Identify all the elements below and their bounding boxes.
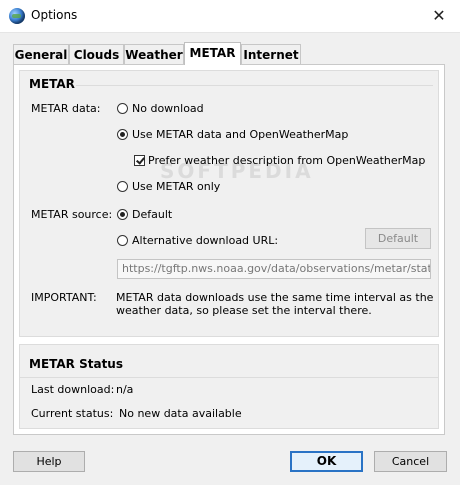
- window-title: Options: [31, 8, 78, 22]
- metar-section-title: METAR: [29, 77, 75, 91]
- default-source-radio[interactable]: [117, 209, 128, 220]
- globe-icon: [9, 8, 25, 24]
- status-section-title: METAR Status: [29, 357, 123, 371]
- important-text-line1: METAR data downloads use the same time i…: [116, 291, 434, 304]
- tab-panel: METAR SOFTPEDIA METAR data: No download …: [13, 64, 445, 435]
- alternative-url-label[interactable]: Alternative download URL:: [132, 234, 278, 247]
- current-status-value: No new data available: [119, 407, 242, 420]
- use-metar-only-radio[interactable]: [117, 181, 128, 192]
- tab-clouds[interactable]: Clouds: [69, 44, 124, 64]
- last-download-label: Last download:: [31, 383, 115, 396]
- close-icon[interactable]: ✕: [424, 4, 454, 28]
- tab-weather[interactable]: Weather: [124, 44, 184, 64]
- tab-general[interactable]: General: [13, 44, 69, 64]
- title-bar: Options ✕: [0, 0, 460, 33]
- current-status-label: Current status:: [31, 407, 114, 420]
- section-divider: [76, 85, 433, 86]
- alternative-url-input[interactable]: https://tgftp.nws.noaa.gov/data/observat…: [117, 259, 431, 279]
- default-url-button[interactable]: Default: [365, 228, 431, 249]
- tab-internet[interactable]: Internet: [241, 44, 301, 64]
- important-text-line2: weather data, so please set the interval…: [116, 304, 372, 317]
- cancel-button[interactable]: Cancel: [374, 451, 447, 472]
- status-divider: [20, 377, 438, 378]
- metar-group: METAR SOFTPEDIA METAR data: No download …: [19, 70, 439, 337]
- prefer-owm-label[interactable]: Prefer weather description from OpenWeat…: [148, 154, 425, 167]
- metar-source-label: METAR source:: [31, 208, 113, 221]
- metar-data-label: METAR data:: [31, 102, 101, 115]
- important-label: IMPORTANT:: [31, 291, 97, 304]
- use-metar-owm-radio[interactable]: [117, 129, 128, 140]
- use-metar-owm-label[interactable]: Use METAR data and OpenWeatherMap: [132, 128, 348, 141]
- help-button[interactable]: Help: [13, 451, 85, 472]
- default-source-label[interactable]: Default: [132, 208, 172, 221]
- no-download-label[interactable]: No download: [132, 102, 204, 115]
- use-metar-only-label[interactable]: Use METAR only: [132, 180, 220, 193]
- alternative-url-radio[interactable]: [117, 235, 128, 246]
- tab-metar[interactable]: METAR: [184, 42, 241, 65]
- last-download-value: n/a: [116, 383, 134, 396]
- ok-button[interactable]: OK: [290, 451, 363, 472]
- no-download-radio[interactable]: [117, 103, 128, 114]
- status-group: METAR Status Last download: n/a Current …: [19, 344, 439, 429]
- prefer-owm-checkbox[interactable]: [134, 155, 145, 166]
